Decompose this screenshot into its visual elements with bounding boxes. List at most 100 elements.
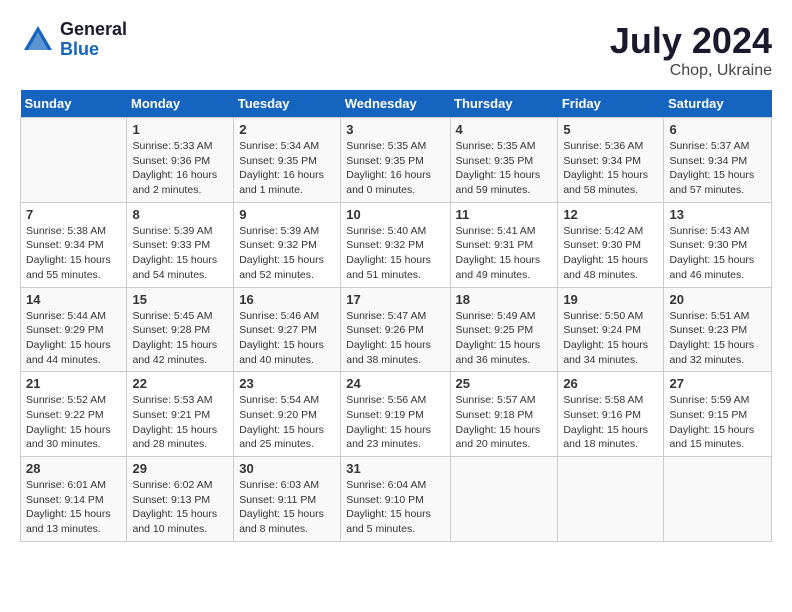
calendar-header-row: SundayMondayTuesdayWednesdayThursdayFrid… — [21, 90, 772, 118]
day-content: Sunrise: 5:39 AM Sunset: 9:32 PM Dayligh… — [239, 224, 335, 283]
calendar-cell: 13 Sunrise: 5:43 AM Sunset: 9:30 PM Dayli… — [664, 202, 772, 287]
calendar-cell: 12 Sunrise: 5:42 AM Sunset: 9:30 PM Dayli… — [558, 202, 664, 287]
day-number: 4 — [456, 122, 553, 137]
day-header-tuesday: Tuesday — [234, 90, 341, 118]
day-number: 17 — [346, 292, 444, 307]
day-number: 25 — [456, 376, 553, 391]
day-number: 7 — [26, 207, 121, 222]
day-number: 21 — [26, 376, 121, 391]
day-number: 16 — [239, 292, 335, 307]
calendar-week-row: 21 Sunrise: 5:52 AM Sunset: 9:22 PM Dayli… — [21, 372, 772, 457]
day-content: Sunrise: 5:52 AM Sunset: 9:22 PM Dayligh… — [26, 393, 121, 452]
calendar-cell: 15 Sunrise: 5:45 AM Sunset: 9:28 PM Dayli… — [127, 287, 234, 372]
calendar-cell — [664, 457, 772, 542]
day-header-friday: Friday — [558, 90, 664, 118]
day-content: Sunrise: 5:45 AM Sunset: 9:28 PM Dayligh… — [132, 309, 228, 368]
calendar-cell: 20 Sunrise: 5:51 AM Sunset: 9:23 PM Dayli… — [664, 287, 772, 372]
page-header: General Blue July 2024 Chop, Ukraine — [20, 20, 772, 80]
calendar-cell: 27Sunrise: 5:59 AM Sunset: 9:15 PM Dayli… — [664, 372, 772, 457]
day-content: Sunrise: 5:59 AM Sunset: 9:15 PM Dayligh… — [669, 393, 766, 452]
day-header-sunday: Sunday — [21, 90, 127, 118]
day-number: 19 — [563, 292, 658, 307]
calendar-cell — [558, 457, 664, 542]
calendar-cell: 4 Sunrise: 5:35 AM Sunset: 9:35 PM Daylig… — [450, 118, 558, 203]
calendar-cell: 5Sunrise: 5:36 AM Sunset: 9:34 PM Daylig… — [558, 118, 664, 203]
calendar-cell: 17 Sunrise: 5:47 AM Sunset: 9:26 PM Dayli… — [341, 287, 450, 372]
calendar-cell — [21, 118, 127, 203]
day-content: Sunrise: 6:04 AM Sunset: 9:10 PM Dayligh… — [346, 478, 444, 537]
day-number: 28 — [26, 461, 121, 476]
calendar-cell: 3Sunrise: 5:35 AM Sunset: 9:35 PM Daylig… — [341, 118, 450, 203]
day-number: 6 — [669, 122, 766, 137]
calendar-week-row: 1Sunrise: 5:33 AM Sunset: 9:36 PM Daylig… — [21, 118, 772, 203]
day-content: Sunrise: 5:43 AM Sunset: 9:30 PM Dayligh… — [669, 224, 766, 283]
day-number: 11 — [456, 207, 553, 222]
calendar-week-row: 7 Sunrise: 5:38 AM Sunset: 9:34 PM Daylig… — [21, 202, 772, 287]
day-content: Sunrise: 5:44 AM Sunset: 9:29 PM Dayligh… — [26, 309, 121, 368]
day-content: Sunrise: 5:47 AM Sunset: 9:26 PM Dayligh… — [346, 309, 444, 368]
logo: General Blue — [20, 20, 127, 60]
calendar-cell: 24 Sunrise: 5:56 AM Sunset: 9:19 PM Dayli… — [341, 372, 450, 457]
calendar-title: July 2024 — [610, 20, 772, 62]
day-content: Sunrise: 5:38 AM Sunset: 9:34 PM Dayligh… — [26, 224, 121, 283]
day-number: 5 — [563, 122, 658, 137]
day-number: 24 — [346, 376, 444, 391]
day-number: 20 — [669, 292, 766, 307]
day-content: Sunrise: 5:53 AM Sunset: 9:21 PM Dayligh… — [132, 393, 228, 452]
day-number: 13 — [669, 207, 766, 222]
calendar-cell: 7 Sunrise: 5:38 AM Sunset: 9:34 PM Daylig… — [21, 202, 127, 287]
calendar-cell: 16 Sunrise: 5:46 AM Sunset: 9:27 PM Dayli… — [234, 287, 341, 372]
calendar-cell: 25 Sunrise: 5:57 AM Sunset: 9:18 PM Dayli… — [450, 372, 558, 457]
calendar-cell: 18Sunrise: 5:49 AM Sunset: 9:25 PM Dayli… — [450, 287, 558, 372]
day-content: Sunrise: 6:03 AM Sunset: 9:11 PM Dayligh… — [239, 478, 335, 537]
day-header-monday: Monday — [127, 90, 234, 118]
day-number: 15 — [132, 292, 228, 307]
day-content: Sunrise: 5:42 AM Sunset: 9:30 PM Dayligh… — [563, 224, 658, 283]
day-content: Sunrise: 5:41 AM Sunset: 9:31 PM Dayligh… — [456, 224, 553, 283]
day-number: 14 — [26, 292, 121, 307]
calendar-cell: 26 Sunrise: 5:58 AM Sunset: 9:16 PM Dayli… — [558, 372, 664, 457]
calendar-cell: 14 Sunrise: 5:44 AM Sunset: 9:29 PM Dayli… — [21, 287, 127, 372]
day-content: Sunrise: 5:35 AM Sunset: 9:35 PM Dayligh… — [346, 139, 444, 198]
day-content: Sunrise: 5:35 AM Sunset: 9:35 PM Dayligh… — [456, 139, 553, 198]
calendar-cell: 28 Sunrise: 6:01 AM Sunset: 9:14 PM Dayli… — [21, 457, 127, 542]
calendar-cell: 30Sunrise: 6:03 AM Sunset: 9:11 PM Dayli… — [234, 457, 341, 542]
calendar-cell: 10 Sunrise: 5:40 AM Sunset: 9:32 PM Dayli… — [341, 202, 450, 287]
day-number: 12 — [563, 207, 658, 222]
calendar-cell — [450, 457, 558, 542]
day-number: 31 — [346, 461, 444, 476]
day-content: Sunrise: 5:33 AM Sunset: 9:36 PM Dayligh… — [132, 139, 228, 198]
day-number: 26 — [563, 376, 658, 391]
day-number: 22 — [132, 376, 228, 391]
day-content: Sunrise: 5:50 AM Sunset: 9:24 PM Dayligh… — [563, 309, 658, 368]
calendar-cell: 1Sunrise: 5:33 AM Sunset: 9:36 PM Daylig… — [127, 118, 234, 203]
calendar-cell: 29Sunrise: 6:02 AM Sunset: 9:13 PM Dayli… — [127, 457, 234, 542]
day-content: Sunrise: 5:58 AM Sunset: 9:16 PM Dayligh… — [563, 393, 658, 452]
day-content: Sunrise: 5:49 AM Sunset: 9:25 PM Dayligh… — [456, 309, 553, 368]
calendar-cell: 8Sunrise: 5:39 AM Sunset: 9:33 PM Daylig… — [127, 202, 234, 287]
calendar-week-row: 28 Sunrise: 6:01 AM Sunset: 9:14 PM Dayli… — [21, 457, 772, 542]
calendar-cell: 19 Sunrise: 5:50 AM Sunset: 9:24 PM Dayli… — [558, 287, 664, 372]
day-header-wednesday: Wednesday — [341, 90, 450, 118]
day-content: Sunrise: 5:40 AM Sunset: 9:32 PM Dayligh… — [346, 224, 444, 283]
day-content: Sunrise: 5:37 AM Sunset: 9:34 PM Dayligh… — [669, 139, 766, 198]
day-number: 2 — [239, 122, 335, 137]
calendar-cell: 22 Sunrise: 5:53 AM Sunset: 9:21 PM Dayli… — [127, 372, 234, 457]
calendar-cell: 21 Sunrise: 5:52 AM Sunset: 9:22 PM Dayli… — [21, 372, 127, 457]
day-number: 23 — [239, 376, 335, 391]
calendar-subtitle: Chop, Ukraine — [610, 62, 772, 80]
day-content: Sunrise: 5:51 AM Sunset: 9:23 PM Dayligh… — [669, 309, 766, 368]
day-number: 10 — [346, 207, 444, 222]
logo-blue-text: Blue — [60, 40, 127, 60]
day-content: Sunrise: 6:01 AM Sunset: 9:14 PM Dayligh… — [26, 478, 121, 537]
day-content: Sunrise: 5:56 AM Sunset: 9:19 PM Dayligh… — [346, 393, 444, 452]
logo-general-text: General — [60, 20, 127, 40]
day-number: 9 — [239, 207, 335, 222]
day-content: Sunrise: 5:46 AM Sunset: 9:27 PM Dayligh… — [239, 309, 335, 368]
day-content: Sunrise: 5:57 AM Sunset: 9:18 PM Dayligh… — [456, 393, 553, 452]
day-number: 8 — [132, 207, 228, 222]
day-number: 29 — [132, 461, 228, 476]
calendar-cell: 6 Sunrise: 5:37 AM Sunset: 9:34 PM Daylig… — [664, 118, 772, 203]
calendar-cell: 23Sunrise: 5:54 AM Sunset: 9:20 PM Dayli… — [234, 372, 341, 457]
day-header-thursday: Thursday — [450, 90, 558, 118]
